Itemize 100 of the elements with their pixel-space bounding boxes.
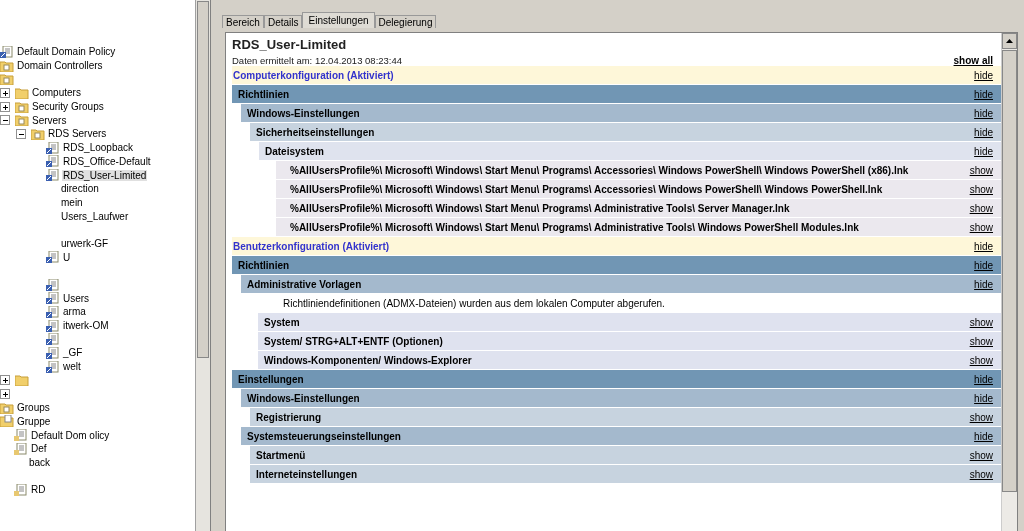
policy-icon (46, 292, 60, 305)
row-label: %AllUsersProfile%\ Microsoft\ Windows\ Start Menu\ Programs\ Accessories\ Windows PowerShell\ Windows PowerShell.lnk (290, 183, 883, 195)
folder-icon (15, 114, 29, 127)
tree-item[interactable]: mein (60, 196, 84, 208)
toggle-link[interactable]: hide (974, 107, 993, 119)
toggle-link[interactable]: show (969, 468, 993, 480)
expand-toggle[interactable] (0, 375, 10, 386)
show-all-link[interactable]: show all (953, 55, 993, 66)
row-label: Richtlinien (238, 259, 290, 271)
folder-icon (15, 86, 29, 99)
tree-item[interactable]: Domain Controllers (16, 60, 104, 72)
row-label: Systemsteuerungseinstellungen (247, 430, 401, 442)
expand-toggle[interactable] (0, 87, 10, 98)
tree-item[interactable]: Computers (31, 87, 82, 99)
policy-icon (46, 346, 60, 359)
tree-item[interactable]: urwerk-GF (60, 237, 110, 249)
row-label: Windows-Einstellungen (247, 392, 360, 404)
toggle-link[interactable]: hide (974, 88, 993, 100)
policy-icon (46, 319, 60, 332)
row-label: Registrierung (256, 411, 321, 423)
toggle-link[interactable]: hide (974, 278, 993, 290)
tree-item[interactable]: Security Groups (31, 101, 105, 113)
toggle-link[interactable]: hide (974, 430, 993, 442)
tree-item[interactable]: Users_Laufwer (60, 210, 130, 222)
tree-item[interactable]: Groups (16, 402, 51, 414)
tree-item[interactable]: Default Domain Policy (16, 46, 117, 58)
toggle-link[interactable]: hide (974, 392, 993, 404)
policy-icon (46, 155, 60, 168)
toggle-link[interactable]: show (969, 221, 993, 233)
tree-item[interactable]: Def (30, 443, 48, 455)
toggle-link[interactable]: hide (974, 69, 993, 81)
row-label: %AllUsersProfile%\ Microsoft\ Windows\ Start Menu\ Programs\ Administrative Tools\ Server Manager.lnk (290, 202, 790, 214)
tree-item[interactable]: RDS_User-Limited (62, 169, 148, 181)
policy-icon (46, 141, 60, 154)
row-label: Einstellungen (238, 373, 304, 385)
tree-item[interactable]: RD (30, 484, 47, 496)
row-label: Dateisystem (265, 145, 324, 157)
tree-item[interactable]: Users (62, 292, 91, 304)
row-label: Windows-Einstellungen (247, 107, 360, 119)
tree-item[interactable]: welt (62, 361, 82, 373)
toggle-link[interactable]: hide (974, 373, 993, 385)
tab[interactable]: Einstellungen (302, 12, 375, 28)
tree-item[interactable]: Gruppe (16, 415, 52, 427)
row-label: Startmenü (256, 449, 306, 461)
policy-icon (14, 429, 28, 442)
toggle-link[interactable]: show (969, 164, 993, 176)
toggle-link[interactable]: show (969, 411, 993, 423)
tree-item[interactable]: RDS_Loopback (62, 142, 135, 154)
toggle-link[interactable]: show (969, 183, 993, 195)
policy-icon (14, 483, 28, 496)
toggle-link[interactable]: hide (974, 240, 993, 252)
toggle-link[interactable]: show (969, 449, 993, 461)
tree-item[interactable]: itwerk-OM (62, 320, 110, 332)
policy-icon (14, 442, 28, 455)
policy-icon (46, 251, 60, 264)
collapse-toggle[interactable] (0, 115, 10, 126)
toggle-link[interactable]: hide (974, 145, 993, 157)
row-label: Computerkonfiguration (Aktiviert) (233, 69, 394, 81)
row-label: System/ STRG+ALT+ENTF (Optionen) (264, 335, 443, 347)
row-label: Richtlinien (238, 88, 290, 100)
toggle-link[interactable]: hide (974, 126, 993, 138)
policy-icon (46, 360, 60, 373)
folder-icon (31, 127, 45, 140)
tree-item[interactable]: Default Dom olicy (30, 429, 111, 441)
toggle-link[interactable]: show (969, 202, 993, 214)
row-label: Interneteinstellungen (256, 468, 358, 480)
scroll-up-icon[interactable] (1002, 33, 1017, 49)
scrollbar-thumb[interactable] (197, 1, 209, 358)
row-label: Administrative Vorlagen (247, 278, 362, 290)
tree-item[interactable]: RDS Servers (47, 128, 108, 140)
policy-icon (46, 333, 60, 346)
collapse-toggle[interactable] (16, 128, 26, 139)
expand-toggle[interactable] (0, 389, 10, 400)
tree-item[interactable]: Servers (31, 114, 68, 126)
policy-icon (46, 305, 60, 318)
tab[interactable]: Bereich (222, 15, 264, 28)
row-label: %AllUsersProfile%\ Microsoft\ Windows\ Start Menu\ Programs\ Accessories\ Windows PowerShell\ Windows PowerShell (x86).lnk (290, 164, 909, 176)
tree-item[interactable]: RDS_Office-Default (62, 155, 152, 167)
policy-icon (46, 278, 60, 291)
tree-item[interactable]: back (28, 456, 52, 468)
report-title: RDS_User-Limited (232, 37, 348, 52)
row-label: Sicherheitseinstellungen (256, 126, 375, 138)
tab[interactable]: Details (263, 15, 303, 28)
row-label: Windows-Komponenten/ Windows-Explorer (264, 354, 472, 366)
toggle-link[interactable]: show (969, 335, 993, 347)
folder-icon (15, 374, 29, 387)
tree-item[interactable]: direction (60, 183, 100, 195)
tab[interactable]: Delegierung (374, 15, 437, 28)
toggle-link[interactable]: show (969, 316, 993, 328)
toggle-link[interactable]: show (969, 354, 993, 366)
row-label: Benutzerkonfiguration (Aktiviert) (233, 240, 390, 252)
tree-item[interactable]: _GF (62, 347, 84, 359)
info-text: Richtliniendefinitionen (ADMX-Dateien) wurden aus dem lokalen Computer abgerufen. (283, 297, 665, 309)
expand-toggle[interactable] (0, 101, 10, 112)
row-label: System (264, 316, 300, 328)
tree-item[interactable]: arma (62, 306, 87, 318)
toggle-link[interactable]: hide (974, 259, 993, 271)
folder-icon (15, 100, 29, 113)
tree-item[interactable]: U (62, 251, 72, 263)
scrollbar-thumb[interactable] (1002, 50, 1017, 492)
